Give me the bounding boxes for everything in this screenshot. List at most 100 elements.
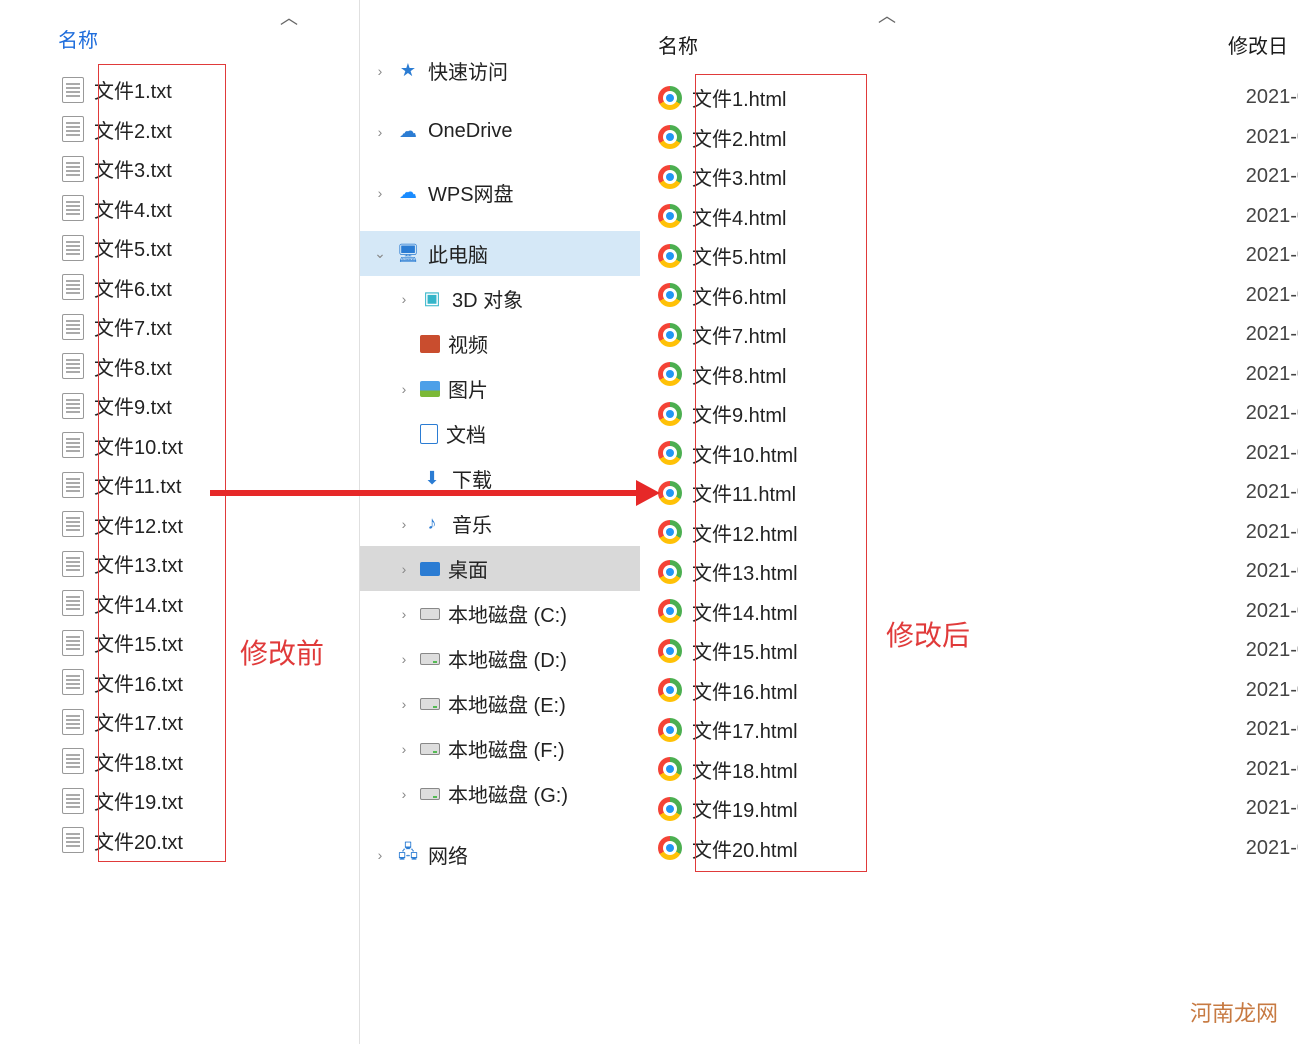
chevron-right-icon[interactable]: ›	[396, 516, 412, 532]
doc-icon	[420, 424, 438, 444]
file-item[interactable]: 文件1.txt	[62, 70, 183, 110]
tree-item-disk[interactable]: ›本地磁盘 (F:)	[360, 726, 640, 771]
file-date: 2021-0	[1246, 639, 1298, 662]
chevron-right-icon[interactable]: ›	[372, 63, 388, 79]
chevron-right-icon[interactable]: ›	[372, 124, 388, 140]
tree-item-disk[interactable]: › 本地磁盘 (E:)	[360, 681, 640, 726]
file-item[interactable]: 文件4.txt	[62, 189, 183, 229]
column-header-date[interactable]: 修改日	[1228, 30, 1288, 59]
file-name: 文件7.txt	[94, 312, 172, 341]
chevron-right-icon[interactable]: ›	[396, 651, 412, 667]
chevron-right-icon[interactable]: ›	[372, 847, 388, 863]
file-item[interactable]: 文件10.txt	[62, 426, 183, 466]
file-item[interactable]: 文件14.html2021-0	[658, 592, 1298, 632]
file-item[interactable]: 文件5.html2021-0	[658, 236, 1298, 276]
file-item[interactable]: 文件7.txt	[62, 307, 183, 347]
file-item[interactable]: 文件2.txt	[62, 110, 183, 150]
file-item[interactable]: 文件12.html2021-0	[658, 513, 1298, 553]
file-item[interactable]: 文件18.html2021-0	[658, 750, 1298, 790]
file-name: 文件10.html	[692, 439, 798, 468]
file-item[interactable]: 文件3.txt	[62, 149, 183, 189]
file-name: 文件17.txt	[94, 707, 183, 736]
txt-file-icon	[62, 511, 84, 537]
tree-item-onedrive[interactable]: ›☁OneDrive	[360, 109, 640, 154]
file-item[interactable]: 文件11.html2021-0	[658, 473, 1298, 513]
file-item[interactable]: 文件15.html2021-0	[658, 631, 1298, 671]
chrome-icon	[658, 441, 682, 465]
tree-item-desktop[interactable]: ›桌面	[360, 546, 640, 591]
chrome-icon	[658, 125, 682, 149]
navigation-tree: ›★快速访问›☁OneDrive›☁WPS网盘⌄🖥此电脑›▣3D 对象视频›图片…	[360, 0, 640, 1044]
chevron-right-icon[interactable]: ›	[396, 696, 412, 712]
file-item[interactable]: 文件9.html2021-0	[658, 394, 1298, 434]
file-item[interactable]: 文件17.html2021-0	[658, 710, 1298, 750]
chevron-right-icon[interactable]: ›	[396, 606, 412, 622]
tree-item-music[interactable]: ›♪音乐	[360, 501, 640, 546]
file-item[interactable]: 文件14.txt	[62, 584, 183, 624]
file-item[interactable]: 文件15.txt	[62, 623, 183, 663]
file-item[interactable]: 文件8.txt	[62, 347, 183, 387]
chevron-down-icon[interactable]: ⌄	[372, 245, 388, 262]
file-item[interactable]: 文件5.txt	[62, 228, 183, 268]
file-item[interactable]: 文件11.txt	[62, 465, 183, 505]
chevron-right-icon[interactable]: ›	[396, 786, 412, 802]
file-item[interactable]: 文件20.html 2021-0	[658, 829, 1298, 869]
tree-item-star[interactable]: ›★快速访问	[360, 48, 640, 93]
sort-caret-icon[interactable]: ︿	[280, 4, 298, 30]
tree-item-doc[interactable]: 文档	[360, 411, 640, 456]
chevron-right-icon[interactable]: ›	[396, 561, 412, 577]
file-item[interactable]: 文件9.txt	[62, 386, 183, 426]
file-item[interactable]: 文件1.html2021-0	[658, 78, 1298, 118]
file-item[interactable]: 文件3.html2021-0	[658, 157, 1298, 197]
3d-icon: ▣	[420, 287, 444, 311]
chevron-right-icon[interactable]: ›	[396, 381, 412, 397]
file-item[interactable]: 文件18.txt	[62, 742, 183, 782]
tree-item-disk[interactable]: ›本地磁盘 (D:)	[360, 636, 640, 681]
file-list-before: 文件1.txt 文件2.txt 文件3.txt 文件4.txt文件5.txt文件6.t…	[62, 70, 183, 860]
chevron-right-icon[interactable]: ›	[372, 185, 388, 201]
tree-label: 本地磁盘 (E:)	[448, 689, 566, 718]
tree-item-pc[interactable]: ⌄🖥此电脑	[360, 231, 640, 276]
file-date: 2021-0	[1246, 560, 1298, 583]
file-date: 2021-0	[1246, 837, 1298, 860]
file-item[interactable]: 文件6.txt	[62, 268, 183, 308]
file-item[interactable]: 文件8.html2021-0	[658, 355, 1298, 395]
file-item[interactable]: 文件6.html2021-0	[658, 276, 1298, 316]
column-header-name[interactable]: 名称	[58, 24, 98, 53]
file-item[interactable]: 文件4.html2021-0	[658, 197, 1298, 237]
file-item[interactable]: 文件13.html2021-0	[658, 552, 1298, 592]
file-item[interactable]: 文件2.html2021-0	[658, 118, 1298, 158]
txt-file-icon	[62, 156, 84, 182]
download-icon: ⬇	[420, 467, 444, 491]
tree-item-3d[interactable]: ›▣3D 对象	[360, 276, 640, 321]
file-item[interactable]: 文件13.txt	[62, 544, 183, 584]
file-item[interactable]: 文件16.html2021-0	[658, 671, 1298, 711]
tree-item-pic[interactable]: ›图片	[360, 366, 640, 411]
tree-item-video[interactable]: 视频	[360, 321, 640, 366]
sort-caret-icon[interactable]: ︿	[878, 2, 896, 28]
file-item[interactable]: 文件16.txt	[62, 663, 183, 703]
file-item[interactable]: 文件19.html2021-0	[658, 789, 1298, 829]
file-item[interactable]: 文件17.txt	[62, 702, 183, 742]
file-date: 2021-0	[1246, 86, 1298, 109]
file-name: 文件10.txt	[94, 431, 183, 460]
tree-label: 本地磁盘 (G:)	[448, 779, 568, 808]
chevron-right-icon[interactable]: ›	[396, 291, 412, 307]
file-item[interactable]: 文件19.txt	[62, 781, 183, 821]
chevron-right-icon[interactable]: ›	[396, 741, 412, 757]
chrome-icon	[658, 836, 682, 860]
tree-item-wps[interactable]: ›☁WPS网盘	[360, 170, 640, 215]
file-item[interactable]: 文件7.html2021-0	[658, 315, 1298, 355]
file-name: 文件20.html	[692, 834, 798, 863]
file-date: 2021-0	[1246, 442, 1298, 465]
file-name: 文件3.txt	[94, 154, 172, 183]
tree-item-disk[interactable]: › 本地磁盘 (G:)	[360, 771, 640, 816]
file-item[interactable]: 文件20.txt	[62, 821, 183, 861]
tree-item-network[interactable]: ›🖧网络	[360, 832, 640, 877]
file-item[interactable]: 文件12.txt	[62, 505, 183, 545]
file-date: 2021-0	[1246, 600, 1298, 623]
file-name: 文件2.txt	[94, 115, 172, 144]
tree-item-win[interactable]: ›本地磁盘 (C:)	[360, 591, 640, 636]
file-item[interactable]: 文件10.html 2021-0	[658, 434, 1298, 474]
column-header-name[interactable]: 名称	[658, 30, 698, 59]
